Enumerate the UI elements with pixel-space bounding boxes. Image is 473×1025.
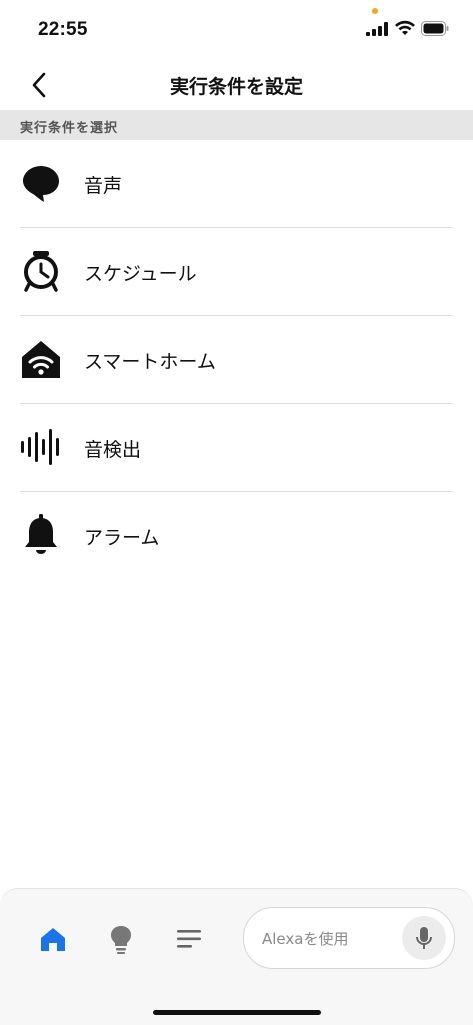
trigger-label: 音検出 bbox=[84, 439, 142, 461]
trigger-label: スケジュール bbox=[84, 263, 197, 285]
trigger-item-voice[interactable]: 音声 bbox=[0, 140, 473, 228]
trigger-label: 音声 bbox=[84, 175, 123, 197]
alexa-input[interactable]: Alexaを使用 bbox=[243, 907, 455, 969]
alarm-clock-icon bbox=[20, 250, 62, 292]
trigger-item-smart-home[interactable]: スマートホーム bbox=[0, 316, 473, 404]
microphone-icon bbox=[416, 927, 432, 949]
menu-lines-icon bbox=[177, 930, 201, 948]
privacy-indicator-dot bbox=[372, 8, 378, 14]
speech-bubble-icon bbox=[20, 162, 62, 204]
tab-home[interactable] bbox=[33, 919, 73, 959]
tab-more[interactable] bbox=[169, 919, 209, 959]
home-indicator bbox=[153, 1010, 321, 1015]
trigger-list: 音声 スケジュール スマートホーム 音検出 アラーム bbox=[0, 140, 473, 580]
status-bar: 22:55 bbox=[0, 0, 473, 60]
bottom-nav: Alexaを使用 bbox=[0, 888, 473, 1025]
section-header-label: 実行条件を選択 bbox=[20, 121, 119, 136]
status-time: 22:55 bbox=[38, 19, 88, 40]
smart-home-icon bbox=[20, 338, 62, 380]
page-title: 実行条件を設定 bbox=[169, 76, 303, 98]
section-header: 実行条件を選択 bbox=[0, 110, 473, 140]
battery-icon bbox=[421, 21, 449, 36]
trigger-item-alarm[interactable]: アラーム bbox=[0, 492, 473, 580]
trigger-label: スマートホーム bbox=[84, 351, 216, 373]
nav-header: 実行条件を設定 bbox=[0, 60, 473, 110]
tab-ideas[interactable] bbox=[101, 919, 141, 959]
wifi-icon bbox=[395, 20, 415, 35]
mic-button[interactable] bbox=[402, 916, 446, 960]
trigger-item-schedule[interactable]: スケジュール bbox=[0, 228, 473, 316]
lightbulb-icon bbox=[111, 926, 131, 954]
trigger-label: アラーム bbox=[84, 527, 160, 549]
bell-icon bbox=[20, 514, 62, 556]
cellular-signal-icon bbox=[366, 22, 388, 36]
home-icon bbox=[41, 928, 65, 951]
alexa-input-placeholder: Alexaを使用 bbox=[262, 930, 349, 948]
sound-wave-icon bbox=[20, 426, 62, 468]
trigger-item-sound-detection[interactable]: 音検出 bbox=[0, 404, 473, 492]
